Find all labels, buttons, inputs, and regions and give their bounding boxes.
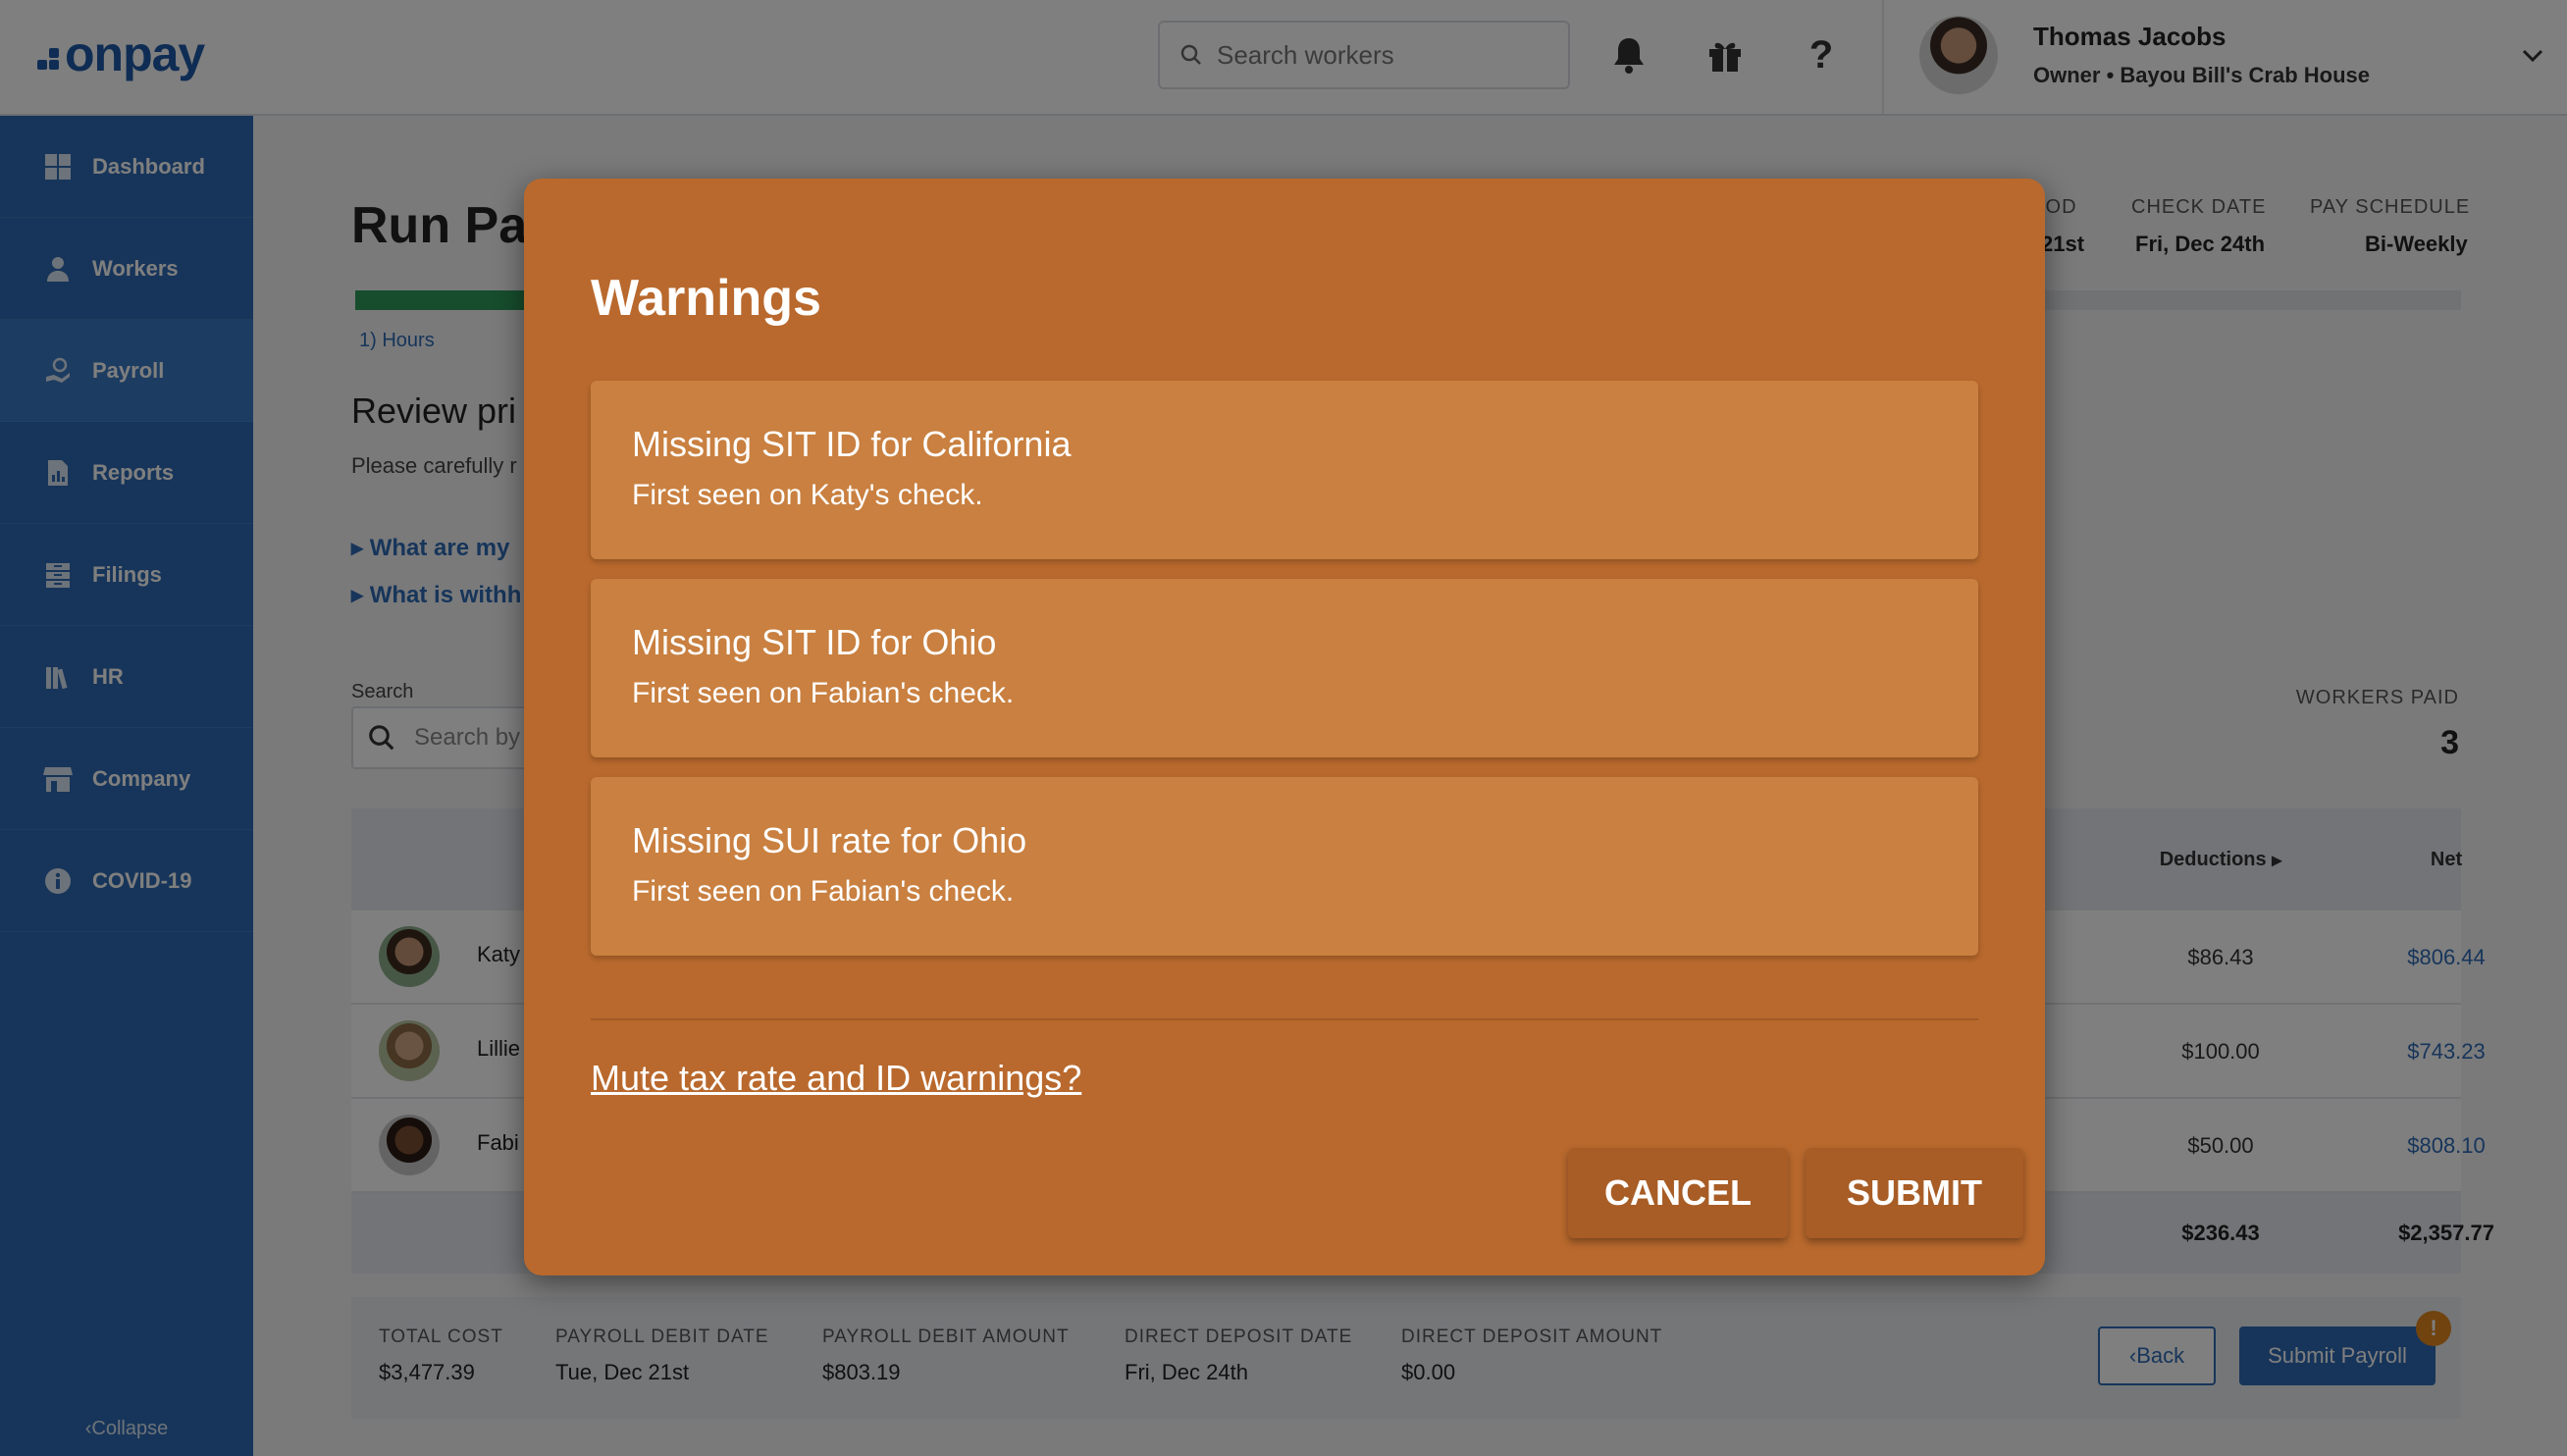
mute-warnings-link[interactable]: Mute tax rate and ID warnings? — [591, 1058, 1081, 1099]
warning-card: Missing SIT ID for California First seen… — [591, 381, 1978, 559]
warning-title: Missing SIT ID for Ohio — [632, 622, 997, 662]
submit-button[interactable]: SUBMIT — [1806, 1148, 2023, 1238]
warning-title: Missing SUI rate for Ohio — [632, 820, 1027, 860]
warning-card: Missing SUI rate for Ohio First seen on … — [591, 777, 1978, 956]
cancel-button[interactable]: CANCEL — [1568, 1148, 1788, 1238]
warning-subtitle: First seen on Fabian's check. — [632, 677, 1015, 709]
warnings-dialog: Warnings Missing SIT ID for California F… — [524, 179, 2045, 1275]
warning-card: Missing SIT ID for Ohio First seen on Fa… — [591, 579, 1978, 757]
warning-subtitle: First seen on Katy's check. — [632, 479, 983, 511]
warning-title: Missing SIT ID for California — [632, 424, 1072, 464]
divider — [591, 1018, 1978, 1020]
dialog-title: Warnings — [591, 270, 821, 327]
warning-subtitle: First seen on Fabian's check. — [632, 875, 1015, 908]
